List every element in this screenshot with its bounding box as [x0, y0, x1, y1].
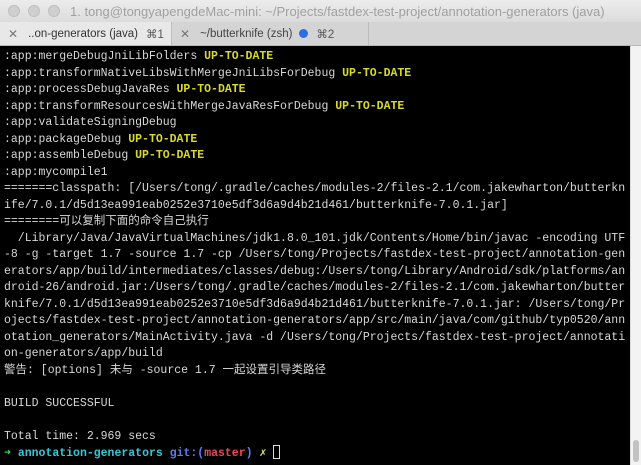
terminal-line: ojects/fastdex-test-project/annotation-g…	[4, 313, 630, 330]
tab-label: ..on-generators (java)	[28, 27, 139, 40]
dirty-mark-icon: ✗	[259, 447, 267, 460]
output-text: :app:packageDebug	[4, 132, 129, 146]
terminal-line: :app:mycompile1	[4, 165, 630, 182]
output-text: otation_generators/MainActivity.java -d …	[4, 330, 626, 344]
tab-annotation-generators[interactable]: ✕ ..on-generators (java) ⌘1	[0, 22, 172, 45]
terminal-line: :app:mergeDebugJniLibFolders UP-TO-DATE	[4, 49, 630, 66]
scrollbar-thumb[interactable]	[633, 440, 639, 462]
terminal-line: knife/7.0.1/d5d13ea991eab0252e3710e5df3d…	[4, 297, 630, 314]
output-text: BUILD SUCCESSFUL	[4, 396, 115, 410]
zoom-window-button[interactable]	[48, 5, 60, 17]
window-title: 1. tong@tongyapengdeMac-mini: ~/Projects…	[70, 3, 605, 19]
terminal-line: droid-26/android.jar:/Users/tong/.gradle…	[4, 280, 630, 297]
terminal-line: :app:assembleDebug UP-TO-DATE	[4, 148, 630, 165]
output-text: 警告: [options] 未与 -source 1.7 一起设置引导类路径	[4, 363, 327, 377]
output-text: -8 -g -target 1.7 -source 1.7 -cp /Users…	[4, 248, 626, 261]
status-text: UP-TO-DATE	[204, 50, 274, 63]
output-text: on-generators/app/build	[4, 347, 163, 360]
terminal-line: :app:transformResourcesWithMergeJavaResF…	[4, 99, 630, 116]
terminal-line: BUILD SUCCESSFUL	[4, 396, 630, 413]
status-text: UP-TO-DATE	[135, 149, 205, 162]
output-text: ojects/fastdex-test-project/annotation-g…	[4, 314, 626, 327]
terminal-line: /Library/Java/JavaVirtualMachines/jdk1.8…	[4, 231, 630, 248]
prompt-directory: annotation-generators	[17, 447, 163, 460]
terminal-line: -8 -g -target 1.7 -source 1.7 -cp /Users…	[4, 247, 630, 264]
title-bar: 1. tong@tongyapengdeMac-mini: ~/Projects…	[0, 0, 641, 22]
output-text: :app:mycompile1	[4, 165, 108, 179]
terminal-line: ========可以复制下面的命令自己执行	[4, 214, 630, 231]
terminal-line: :app:packageDebug UP-TO-DATE	[4, 132, 630, 149]
text-cursor[interactable]	[273, 445, 281, 459]
terminal-line: erators/app/build/intermediates/classes/…	[4, 264, 630, 281]
status-text: UP-TO-DATE	[176, 83, 246, 96]
status-text: UP-TO-DATE	[342, 66, 412, 80]
minimize-window-button[interactable]	[28, 5, 40, 17]
output-text: knife/7.0.1/d5d13ea991eab0252e3710e5df3d…	[4, 297, 626, 311]
output-text: ife/7.0.1/d5d13ea991eab0252e3710e5df3d6a…	[4, 198, 508, 212]
tab-shortcut: ⌘1	[146, 28, 164, 41]
tab-shortcut: ⌘2	[316, 28, 335, 41]
output-text: :app:validateSigningDebug	[4, 116, 177, 129]
output-text: /Library/Java/JavaVirtualMachines/jdk1.8…	[4, 231, 626, 245]
terminal-line: :app:processDebugJavaRes UP-TO-DATE	[4, 82, 630, 99]
output-text: droid-26/android.jar:/Users/tong/.gradle…	[4, 281, 626, 294]
close-tab-icon[interactable]: ✕	[8, 27, 18, 41]
output-text: :app:assembleDebug	[4, 149, 136, 162]
terminal-line: otation_generators/MainActivity.java -d …	[4, 330, 630, 347]
output-text: :app:processDebugJavaRes	[4, 83, 177, 96]
window-controls	[8, 5, 60, 17]
tab-bar: ✕ ..on-generators (java) ⌘1 ✕ ~/butterkn…	[0, 22, 641, 46]
git-prefix: git:(	[169, 447, 205, 460]
status-text: UP-TO-DATE	[128, 132, 198, 146]
terminal-line: on-generators/app/build	[4, 346, 630, 363]
terminal-line: 警告: [options] 未与 -source 1.7 一起设置引导类路径	[4, 363, 630, 380]
output-text: :app:mergeDebugJniLibFolders	[4, 50, 205, 63]
terminal-line: Total time: 2.969 secs	[4, 429, 630, 446]
terminal-line: =======classpath: [/Users/tong/.gradle/c…	[4, 181, 630, 198]
shell-prompt: ➜ annotation-generators git:(master) ✗	[4, 445, 630, 462]
terminal-lines: :app:mergeDebugJniLibFolders UP-TO-DATE:…	[4, 49, 630, 445]
output-text: :app:transformNativeLibsWithMergeJniLibs…	[4, 66, 343, 80]
close-tab-icon[interactable]: ✕	[180, 27, 190, 41]
terminal-line: :app:validateSigningDebug	[4, 115, 630, 132]
activity-dot-icon	[299, 29, 309, 38]
status-text: UP-TO-DATE	[335, 99, 405, 113]
tab-label: ~/butterknife (zsh)	[200, 27, 293, 40]
output-text: ========可以复制下面的命令自己执行	[4, 215, 209, 228]
terminal-line: :app:transformNativeLibsWithMergeJniLibs…	[4, 66, 630, 83]
terminal-output[interactable]: :app:mergeDebugJniLibFolders UP-TO-DATE:…	[0, 46, 630, 462]
output-text: :app:transformResourcesWithMergeJavaResF…	[4, 99, 336, 113]
close-window-button[interactable]	[8, 5, 20, 17]
tab-butterknife[interactable]: ✕ ~/butterknife (zsh) ⌘2	[172, 22, 369, 45]
git-branch: master	[204, 447, 246, 460]
scrollbar[interactable]	[630, 46, 641, 465]
output-text: Total time: 2.969 secs	[4, 429, 156, 443]
git-suffix: )	[245, 447, 253, 460]
output-text: =======classpath: [/Users/tong/.gradle/c…	[4, 182, 626, 195]
prompt-arrow-icon: ➜	[4, 447, 11, 460]
terminal-line: ife/7.0.1/d5d13ea991eab0252e3710e5df3d6a…	[4, 198, 630, 215]
output-text: erators/app/build/intermediates/classes/…	[4, 264, 626, 278]
